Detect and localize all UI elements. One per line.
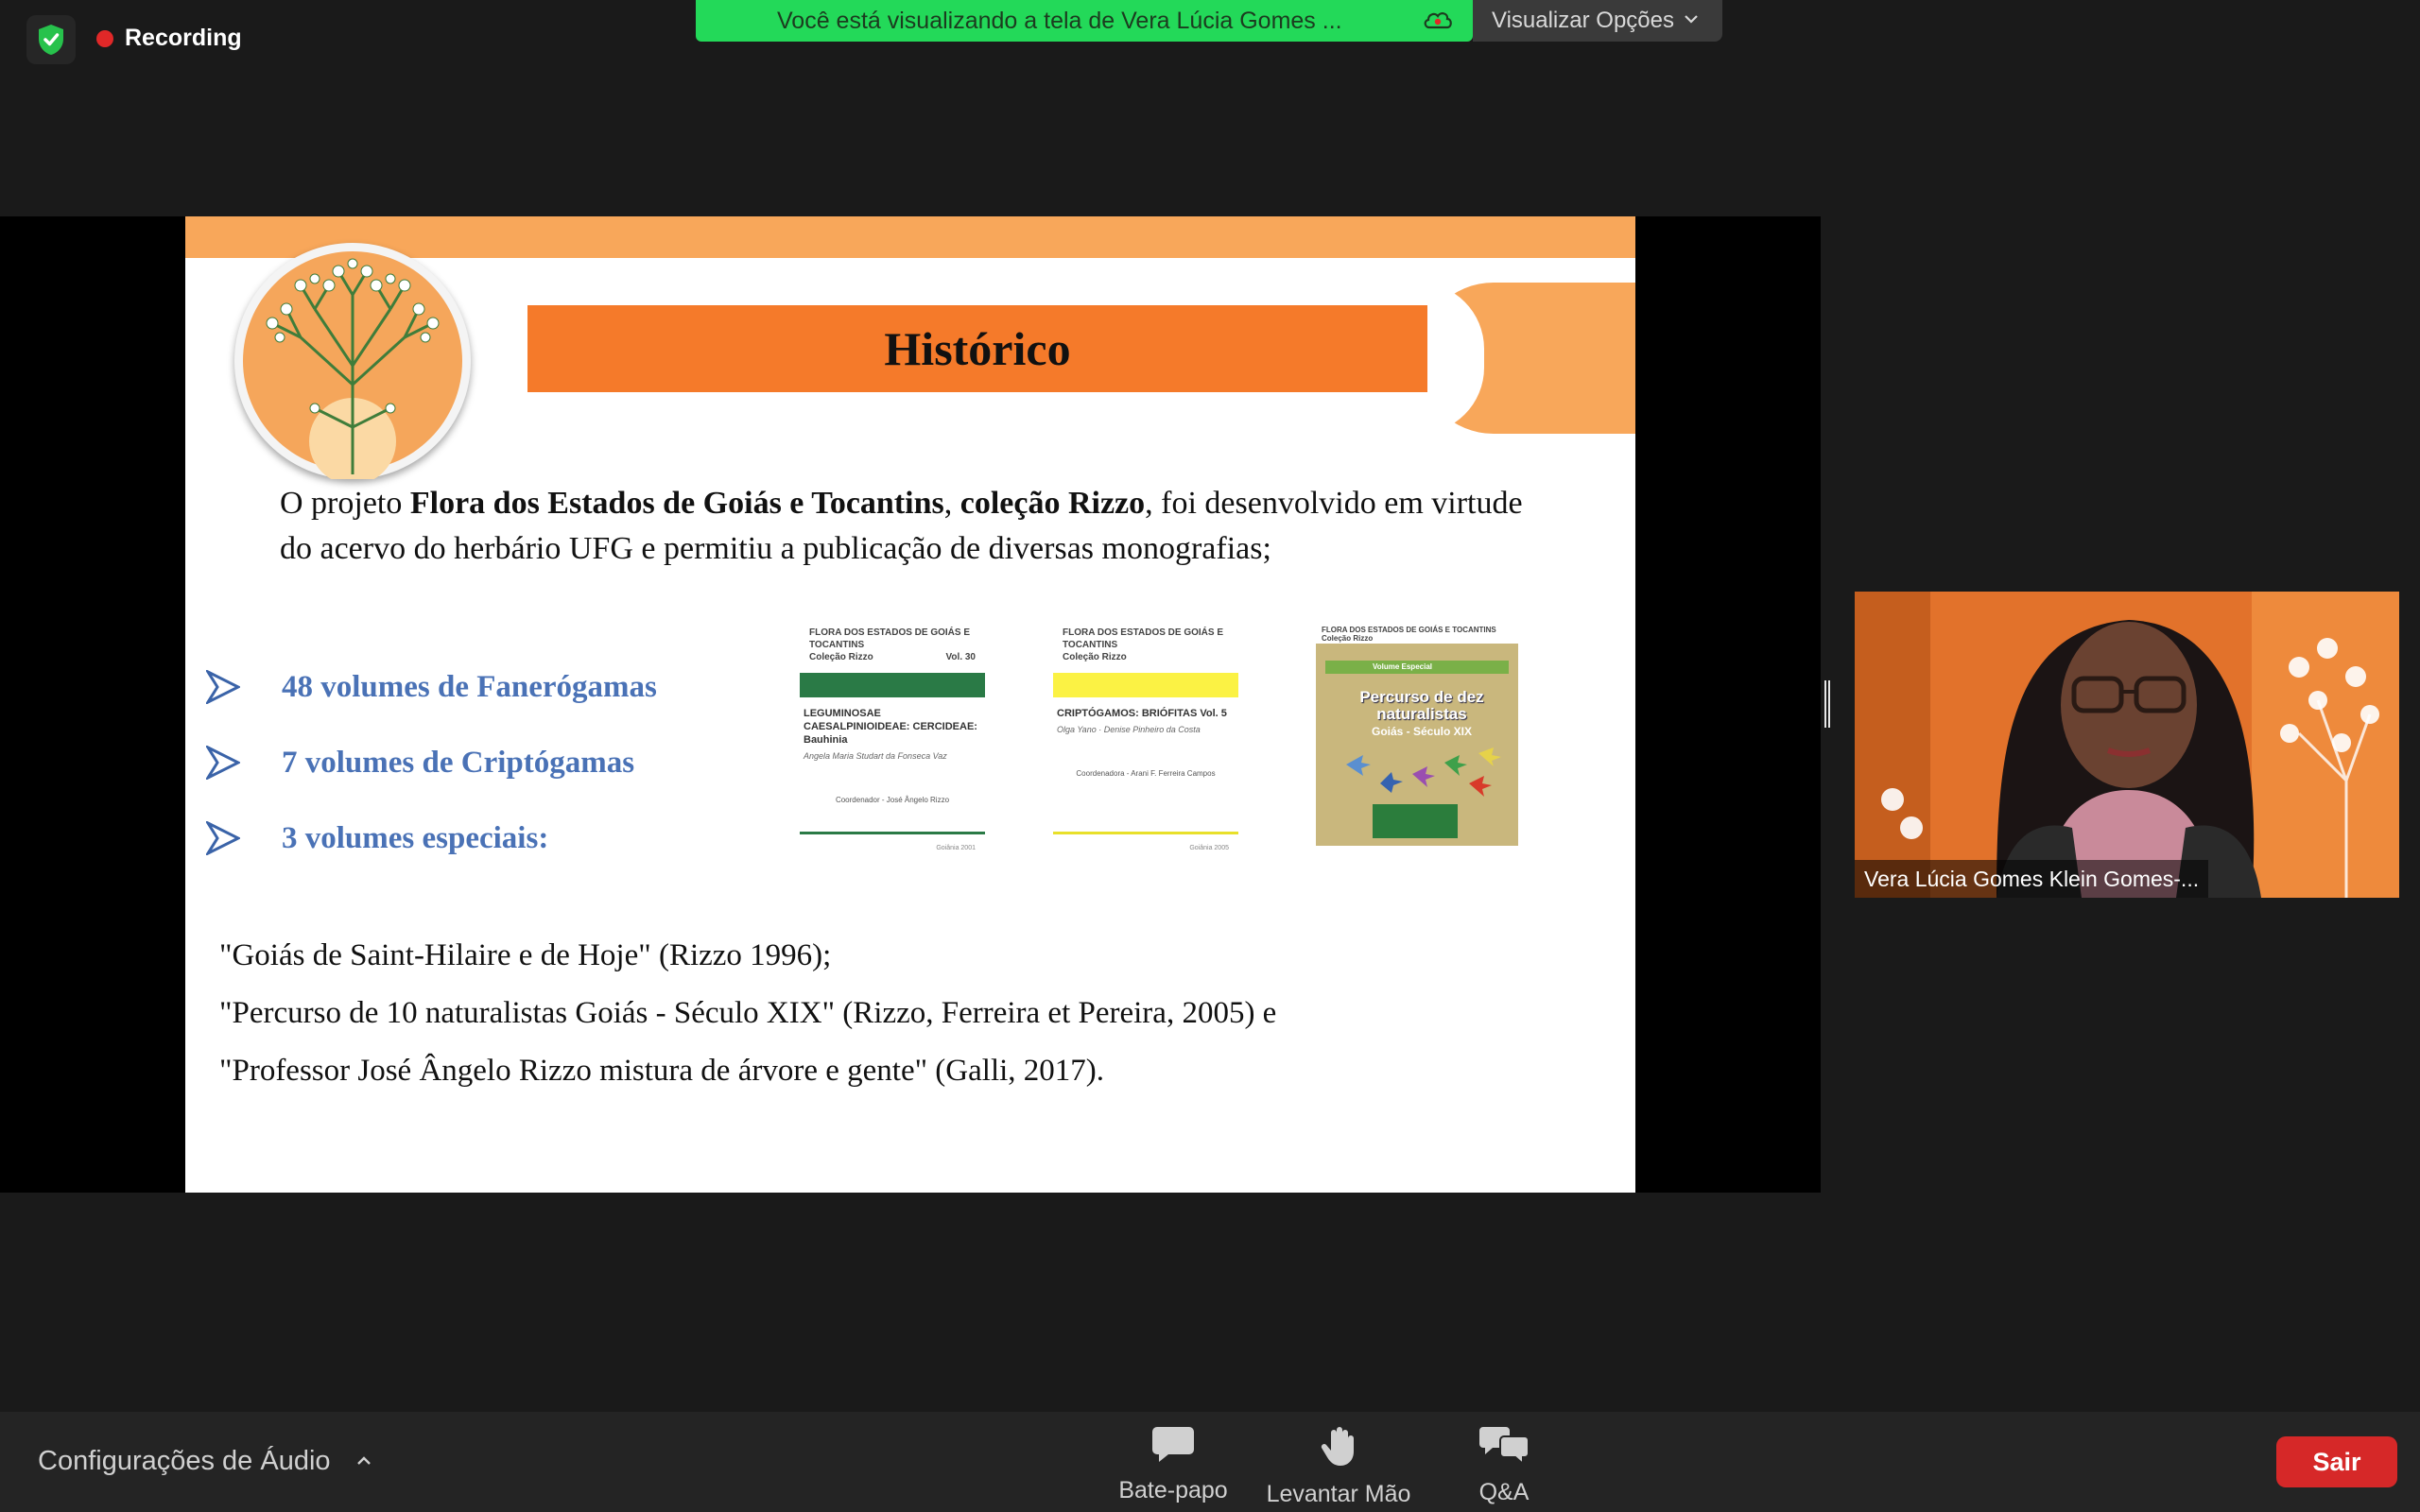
reference-line: "Professor José Ângelo Rizzo mistura de … bbox=[219, 1054, 1105, 1088]
chat-label: Bate-papo bbox=[1118, 1477, 1228, 1503]
bullet-text: 48 volumes de Fanerógamas bbox=[282, 669, 657, 704]
colored-arrows-illustration bbox=[1346, 747, 1501, 797]
bullet-item: 3 volumes especiais: bbox=[206, 800, 657, 876]
chat-button[interactable]: Bate-papo bbox=[1088, 1425, 1258, 1504]
share-banner-text: Você está visualizando a tela de Vera Lú… bbox=[777, 7, 1342, 34]
leave-meeting-button[interactable]: Sair bbox=[2276, 1436, 2397, 1487]
book-cover-leguminosae: FLORA DOS ESTADOS DE GOIÁS E TOCANTINS Co… bbox=[800, 623, 985, 859]
screen-share-banner: Você está visualizando a tela de Vera Lú… bbox=[696, 0, 1473, 42]
audio-settings-label: Configurações de Áudio bbox=[38, 1446, 331, 1476]
recording-dot-icon bbox=[96, 29, 113, 47]
qa-bubbles-icon bbox=[1479, 1425, 1530, 1469]
raise-hand-button[interactable]: Levantar Mão bbox=[1253, 1425, 1424, 1508]
security-shield-icon[interactable] bbox=[26, 15, 76, 64]
bullet-item: 48 volumes de Fanerógamas bbox=[206, 649, 657, 725]
qa-button[interactable]: Q&A bbox=[1419, 1425, 1589, 1506]
leave-label: Sair bbox=[2312, 1447, 2361, 1476]
view-options-label: Visualizar Opções bbox=[1492, 8, 1674, 33]
bullet-text: 3 volumes especiais: bbox=[282, 820, 549, 855]
book-cover-briofitas: FLORA DOS ESTADOS DE GOIÁS E TOCANTINS Co… bbox=[1053, 623, 1238, 859]
slide-intro-paragraph: O projeto Flora dos Estados de Goiás e T… bbox=[280, 486, 1523, 566]
slide-title-box: Histórico bbox=[527, 305, 1427, 392]
recording-indicator[interactable]: Recording bbox=[96, 25, 242, 52]
panel-resize-handle[interactable] bbox=[1824, 680, 1830, 728]
reference-line: "Goiás de Saint-Hilaire e de Hoje" (Rizz… bbox=[219, 938, 832, 972]
zoom-meeting-window: Recording Você está visualizando a tela … bbox=[0, 0, 2420, 1512]
recording-label: Recording bbox=[125, 25, 242, 51]
cloud-recording-icon bbox=[1422, 8, 1454, 35]
participant-name-label: Vera Lúcia Gomes Klein Gomes-... bbox=[1855, 860, 2209, 898]
slide-references: "Goiás de Saint-Hilaire e de Hoje" (Rizz… bbox=[219, 927, 1276, 1100]
flora-logo bbox=[234, 243, 471, 485]
arrowhead-bullet-icon bbox=[206, 819, 278, 857]
arrowhead-bullet-icon bbox=[206, 668, 278, 706]
participant-video-frame bbox=[1855, 592, 2399, 898]
bullet-item: 7 volumes de Criptógamas bbox=[206, 725, 657, 800]
chevron-down-icon bbox=[1684, 12, 1699, 29]
bullet-text: 7 volumes de Criptógamas bbox=[282, 745, 635, 780]
view-options-button[interactable]: Visualizar Opções bbox=[1473, 0, 1722, 42]
chevron-up-icon[interactable] bbox=[355, 1453, 372, 1470]
slide-bullet-list: 48 volumes de Fanerógamas 7 volumes de C… bbox=[206, 649, 657, 876]
chat-bubble-icon bbox=[1151, 1425, 1195, 1468]
participant-video-tile[interactable]: Vera Lúcia Gomes Klein Gomes-... bbox=[1855, 592, 2399, 898]
reference-line: "Percurso de 10 naturalistas Goiás - Séc… bbox=[219, 996, 1277, 1030]
arrowhead-bullet-icon bbox=[206, 744, 278, 782]
qa-label: Q&A bbox=[1478, 1479, 1530, 1505]
slide-title: Histórico bbox=[884, 322, 1071, 375]
presentation-slide: Histórico O projeto Flora dos Estados de… bbox=[185, 216, 1635, 1193]
raised-hand-icon bbox=[1320, 1425, 1357, 1471]
book-cover-percurso-naturalistas: FLORA DOS ESTADOS DE GOIÁS E TOCANTINS Co… bbox=[1316, 623, 1518, 846]
audio-settings-button[interactable]: Configurações de Áudio bbox=[38, 1446, 372, 1477]
raise-hand-label: Levantar Mão bbox=[1266, 1481, 1411, 1507]
